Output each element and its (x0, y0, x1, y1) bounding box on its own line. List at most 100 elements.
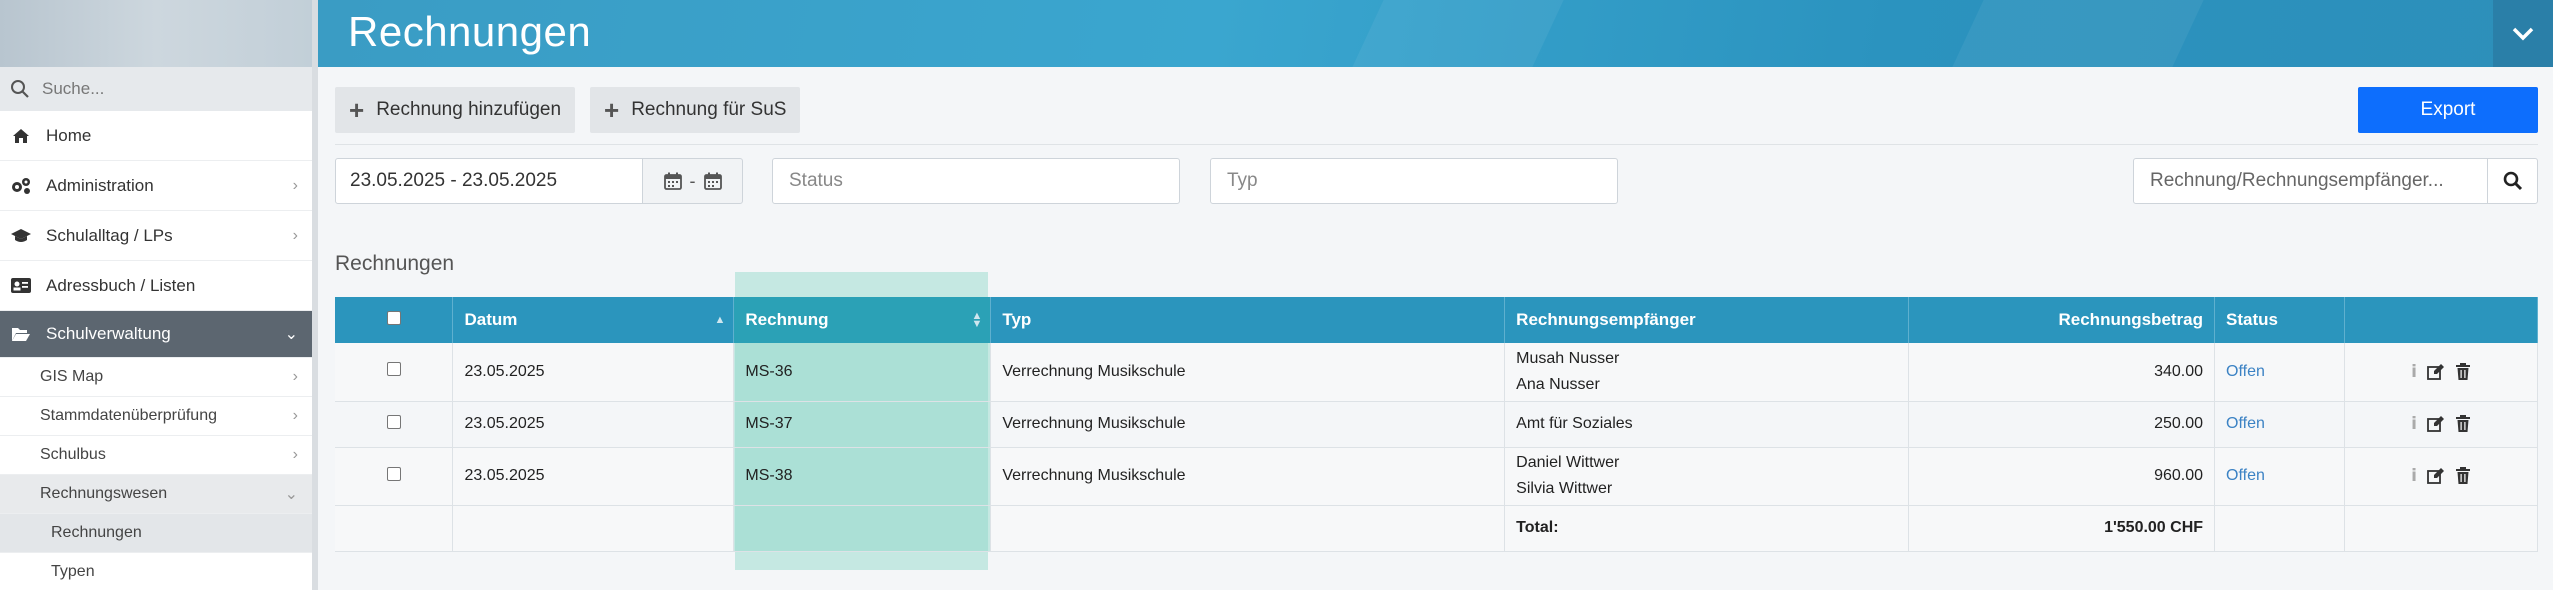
sidebar-subitem-gis-map[interactable]: GIS Map › (0, 358, 312, 397)
sidebar-subitem-label: Stammdatenüberprüfung (40, 407, 217, 424)
cell-typ: Verrechnung Musikschule (990, 401, 1506, 448)
column-header-actions (2344, 297, 2538, 343)
sidebar-item-label: Schulverwaltung (46, 324, 171, 343)
cell-status: Offen (2214, 447, 2345, 506)
invoice-table: Datum ▲ Rechnung ▲ ▼ Typ Rechnungsempfänger… (335, 297, 2538, 552)
row-checkbox-cell (335, 343, 454, 402)
sidebar-subitem-typen[interactable]: Typen (0, 553, 312, 590)
sidebar-subitem-rechnungen[interactable]: Rechnungen (0, 514, 312, 553)
row-checkbox[interactable] (386, 414, 401, 429)
export-button[interactable]: Export (2358, 87, 2538, 133)
column-header-label: Status (2226, 310, 2278, 329)
chevron-right-icon: › (292, 176, 298, 194)
column-header-label: Typ (1002, 310, 1032, 329)
edit-icon[interactable] (2427, 363, 2445, 381)
search-button[interactable] (2487, 158, 2538, 204)
row-checkbox[interactable] (386, 466, 401, 481)
sidebar-subitem-label: Typen (51, 563, 95, 580)
sidebar-subitem-schulbus[interactable]: Schulbus › (0, 436, 312, 475)
total-label: Total: (1504, 505, 1910, 552)
sidebar-search[interactable]: Suche... (0, 67, 312, 111)
edit-icon[interactable] (2427, 467, 2445, 485)
sort-icon: ▲ ▼ (971, 310, 983, 330)
column-header-empfaenger[interactable]: Rechnungsempfänger (1504, 297, 1910, 343)
add-invoice-sus-label: Rechnung für SuS (631, 99, 787, 120)
sidebar-item-schulalltag[interactable]: Schulalltag / LPs › (0, 211, 312, 261)
column-header-datum[interactable]: Datum ▲ (452, 297, 735, 343)
cell-betrag: 960.00 (1908, 447, 2216, 506)
add-invoice-sus-button[interactable]: + Rechnung für SuS (590, 87, 801, 133)
date-range-input[interactable]: 23.05.2025 - 23.05.2025 (335, 158, 643, 204)
sort-icon: ▲ (714, 314, 726, 326)
calendar-icon[interactable] (703, 172, 722, 190)
cell-rechnung: MS-38 (733, 447, 992, 506)
trash-icon[interactable] (2455, 415, 2471, 433)
total-empty-cell (335, 505, 454, 552)
cell-typ: Verrechnung Musikschule (990, 447, 1506, 506)
column-header-rechnung[interactable]: Rechnung ▲ ▼ (733, 297, 992, 343)
calendar-icon[interactable] (663, 172, 682, 190)
chevron-down-icon: ⌄ (284, 486, 298, 503)
sidebar-item-label: Adressbuch / Listen (46, 275, 196, 295)
recipient-name: Ana Nusser (1516, 375, 1600, 393)
table-row[interactable]: 23.05.2025 MS-38 Verrechnung Musikschule… (335, 447, 2538, 506)
sidebar-item-schulverwaltung[interactable]: Schulverwaltung ⌄ (0, 311, 312, 358)
status-filter[interactable]: Status (772, 158, 1180, 204)
sidebar-subitem-rechnungswesen[interactable]: Rechnungswesen ⌄ (0, 475, 312, 514)
add-invoice-button[interactable]: + Rechnung hinzufügen (335, 87, 576, 133)
date-range-picker[interactable]: - (642, 158, 743, 204)
status-link[interactable]: Offen (2226, 467, 2265, 484)
info-icon[interactable]: ⅰ (2411, 414, 2417, 434)
chevron-right-icon: › (292, 368, 298, 385)
add-invoice-label: Rechnung hinzufügen (376, 99, 562, 120)
header-collapse-button[interactable] (2493, 0, 2553, 67)
plus-icon: + (604, 95, 620, 125)
sidebar-subitem-stammdaten[interactable]: Stammdatenüberprüfung › (0, 397, 312, 436)
column-header-status[interactable]: Status (2214, 297, 2345, 343)
trash-icon[interactable] (2455, 362, 2471, 381)
graduation-cap-icon (10, 225, 32, 247)
sidebar-item-label: Home (46, 125, 92, 145)
typ-filter[interactable]: Typ (1210, 158, 1618, 204)
chevron-right-icon: › (292, 226, 298, 244)
select-all-header (335, 297, 454, 343)
status-link[interactable]: Offen (2226, 363, 2265, 380)
column-header-betrag[interactable]: Rechnungsbetrag (1908, 297, 2216, 343)
total-empty-cell (2214, 505, 2345, 552)
sidebar-item-adressbuch[interactable]: Adressbuch / Listen (0, 261, 312, 311)
status-link[interactable]: Offen (2226, 415, 2265, 432)
table-row[interactable]: 23.05.2025 MS-37 Verrechnung Musikschule… (335, 401, 2538, 448)
plus-icon: + (349, 95, 365, 125)
cell-rechnung: MS-37 (733, 401, 992, 448)
info-icon[interactable]: ⅰ (2411, 466, 2417, 486)
table-row[interactable]: 23.05.2025 MS-36 Verrechnung Musikschule… (335, 343, 2538, 402)
cell-actions: ⅰ (2344, 343, 2538, 402)
total-empty-cell (452, 505, 735, 552)
recipient-name: Amt für Soziales (1516, 415, 1633, 432)
invoice-search-input[interactable]: Rechnung/Rechnungsempfänger... (2133, 158, 2488, 204)
cell-empfaenger: Musah Nusser Ana Nusser (1504, 343, 1910, 402)
row-checkbox[interactable] (386, 362, 401, 377)
chevron-down-icon (2512, 27, 2534, 40)
date-separator: - (689, 170, 696, 191)
page-title: Rechnungen (348, 8, 592, 55)
select-all-checkbox[interactable] (386, 311, 401, 325)
row-checkbox-cell (335, 401, 454, 448)
search-icon (11, 80, 29, 98)
table-header-row: Datum ▲ Rechnung ▲ ▼ Typ Rechnungsempfänger… (335, 297, 2538, 343)
table-total-row: Total: 1'550.00 CHF (335, 505, 2538, 552)
edit-icon[interactable] (2427, 415, 2445, 433)
header-decoration (1952, 0, 2204, 67)
sidebar-item-administration[interactable]: Administration › (0, 161, 312, 211)
sidebar-item-home[interactable]: Home (0, 111, 312, 161)
info-icon[interactable]: ⅰ (2411, 362, 2417, 382)
total-value: 1'550.00 CHF (1908, 505, 2216, 552)
trash-icon[interactable] (2455, 467, 2471, 485)
chevron-right-icon: › (292, 407, 298, 424)
column-header-label: Rechnung (745, 310, 829, 329)
total-empty-cell (2344, 505, 2538, 552)
recipient-name: Silvia Wittwer (1516, 480, 1613, 497)
column-header-label: Datum (464, 310, 518, 329)
column-header-typ[interactable]: Typ (990, 297, 1506, 343)
folder-open-icon (10, 323, 32, 345)
